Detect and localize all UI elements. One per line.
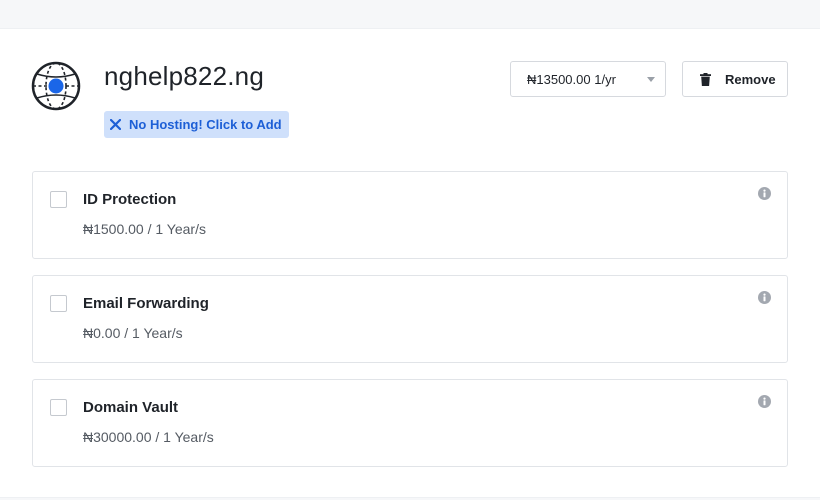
add-hosting-label: No Hosting! Click to Add bbox=[129, 117, 282, 132]
close-icon bbox=[110, 119, 121, 130]
addon-title: ID Protection bbox=[83, 191, 177, 208]
addon-email-forwarding: Email Forwarding ₦0.00 / 1 Year/s bbox=[32, 275, 788, 363]
billing-cycle-select[interactable]: ₦13500.00 1/yr bbox=[510, 61, 666, 97]
addon-id-protection: ID Protection ₦1500.00 / 1 Year/s bbox=[32, 171, 788, 259]
info-icon[interactable] bbox=[758, 187, 771, 200]
addon-checkbox[interactable] bbox=[50, 191, 67, 208]
addon-price: ₦30000.00 / 1 Year/s bbox=[83, 429, 214, 445]
billing-cycle-value: ₦13500.00 1/yr bbox=[527, 71, 616, 87]
addon-title: Domain Vault bbox=[83, 399, 179, 416]
addon-price: ₦1500.00 / 1 Year/s bbox=[83, 221, 206, 237]
domain-name: nghelp822.ng bbox=[104, 61, 264, 91]
add-hosting-button[interactable]: No Hosting! Click to Add bbox=[104, 111, 289, 138]
addon-checkbox[interactable] bbox=[50, 399, 67, 416]
addon-checkbox[interactable] bbox=[50, 295, 67, 312]
domain-card: nghelp822.ng No Hosting! Click to Add ₦1… bbox=[0, 28, 820, 498]
info-icon[interactable] bbox=[758, 291, 771, 304]
chevron-down-icon bbox=[647, 77, 655, 82]
remove-label: Remove bbox=[725, 71, 776, 87]
globe-icon bbox=[31, 61, 81, 111]
info-icon[interactable] bbox=[758, 395, 771, 408]
remove-button[interactable]: Remove bbox=[682, 61, 788, 97]
trash-icon bbox=[700, 72, 711, 86]
addon-price: ₦0.00 / 1 Year/s bbox=[83, 325, 183, 341]
addon-domain-vault: Domain Vault ₦30000.00 / 1 Year/s bbox=[32, 379, 788, 467]
addon-title: Email Forwarding bbox=[83, 295, 209, 312]
